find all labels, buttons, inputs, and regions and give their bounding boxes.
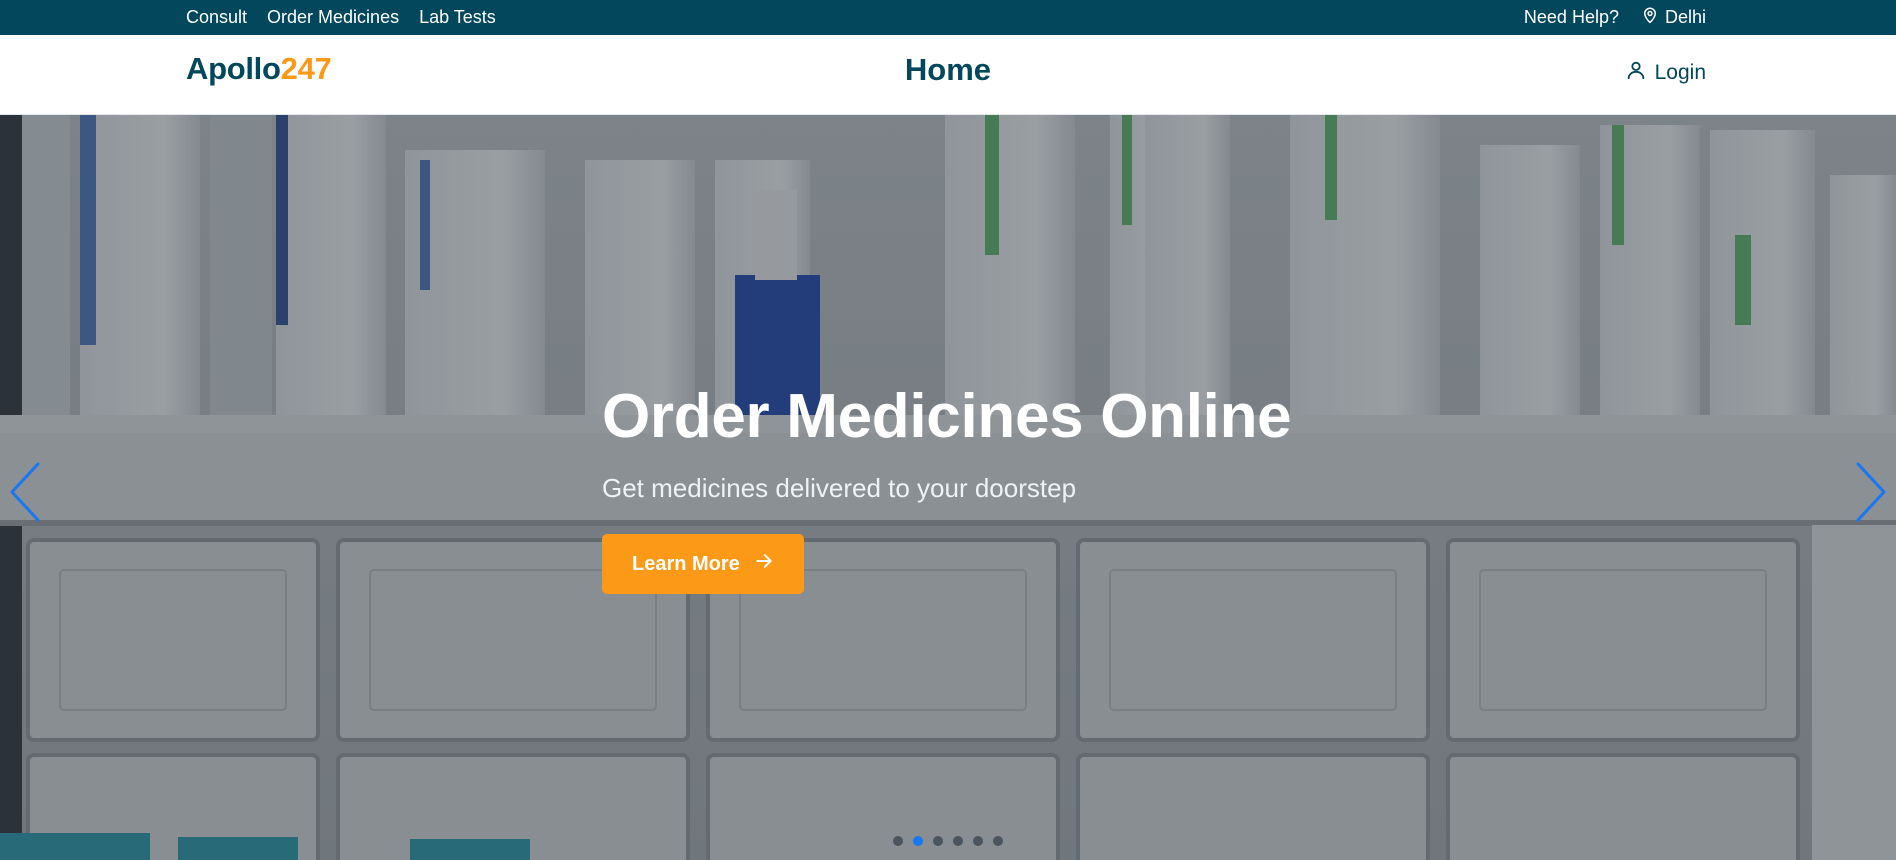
top-bar-right: Need Help? Delhi	[1524, 0, 1706, 35]
top-nav: Consult Order Medicines Lab Tests	[186, 0, 496, 35]
top-utility-bar: Consult Order Medicines Lab Tests Need H…	[0, 0, 1896, 35]
login-label: Login	[1654, 61, 1706, 84]
logo-text-primary: Apollo	[186, 51, 281, 86]
hero-subtitle: Get medicines delivered to your doorstep	[602, 473, 1077, 504]
map-pin-icon	[1641, 6, 1659, 29]
carousel-prev-button[interactable]	[6, 460, 46, 524]
carousel-dot[interactable]	[953, 836, 963, 846]
carousel-dot[interactable]	[913, 836, 923, 846]
arrow-right-icon	[754, 551, 774, 577]
location-label: Delhi	[1664, 7, 1706, 27]
carousel-dot[interactable]	[933, 836, 943, 846]
carousel-dot[interactable]	[973, 836, 983, 846]
learn-more-label: Learn More	[632, 552, 740, 575]
carousel-dot[interactable]	[893, 836, 903, 846]
chevron-right-icon	[1850, 462, 1890, 528]
hero-content: Order Medicines Online Get medicines del…	[602, 382, 1292, 595]
apollo247-logo[interactable]: Apollo247	[186, 51, 332, 87]
carousel-pagination	[0, 836, 1896, 846]
learn-more-button[interactable]: Learn More	[602, 534, 804, 595]
nav-link-consult[interactable]: Consult	[186, 7, 247, 28]
nav-link-order-medicines[interactable]: Order Medicines	[267, 7, 399, 28]
location-selector[interactable]: Delhi	[1641, 6, 1706, 29]
nav-link-lab-tests[interactable]: Lab Tests	[419, 7, 496, 28]
hero-carousel: Order Medicines Online Get medicines del…	[0, 115, 1896, 860]
chevron-left-icon	[6, 462, 46, 528]
hero-title: Order Medicines Online	[602, 382, 1292, 451]
carousel-next-button[interactable]	[1850, 460, 1890, 524]
login-button[interactable]: Login	[1625, 59, 1706, 87]
main-header: Apollo247 Home Login	[0, 35, 1896, 115]
need-help-link[interactable]: Need Help?	[1524, 7, 1619, 28]
logo-text-accent: 247	[280, 51, 332, 86]
user-icon	[1625, 59, 1647, 87]
carousel-dot[interactable]	[993, 836, 1003, 846]
